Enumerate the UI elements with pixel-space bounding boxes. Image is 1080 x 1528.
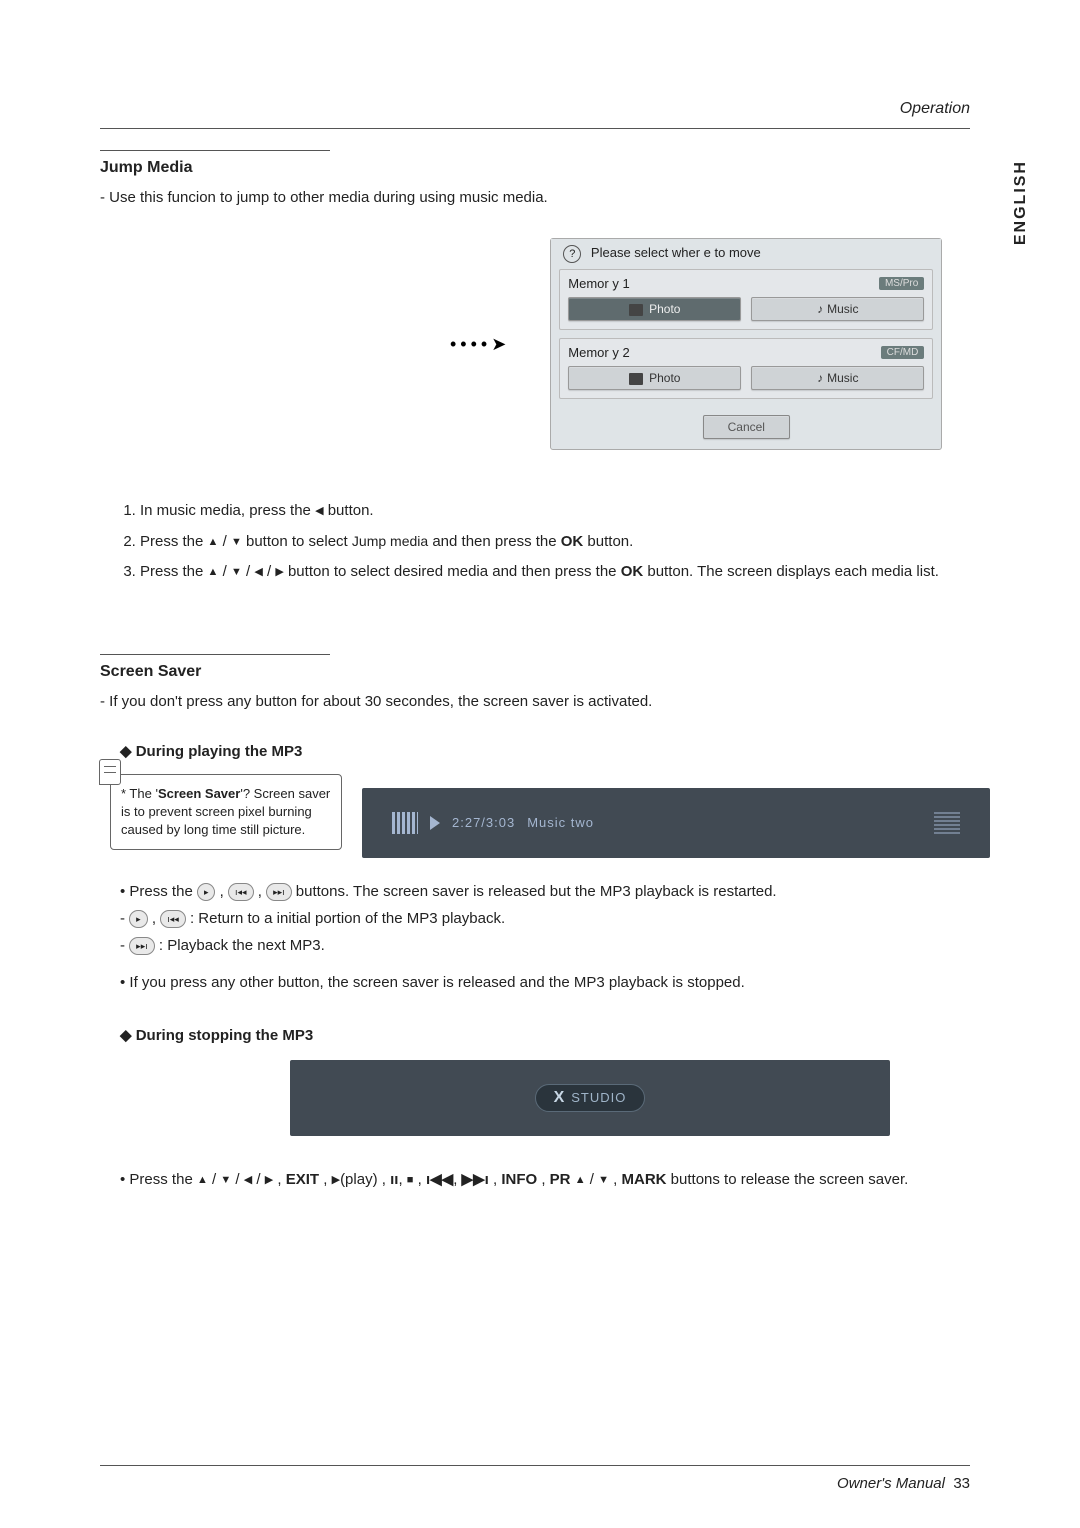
sub-playing: ◆ During playing the MP3 bbox=[120, 742, 990, 760]
play-button-icon: ▸ bbox=[129, 910, 148, 928]
next-button-icon: ▸▸ı bbox=[129, 937, 155, 955]
mp3-playback-bar: 2:27/3:03 Music two bbox=[362, 788, 990, 858]
down-icon: ▼ bbox=[598, 1174, 609, 1186]
bullet-4: • If you press any other button, the scr… bbox=[120, 969, 990, 996]
mem2-photo-button[interactable]: Photo bbox=[568, 366, 741, 390]
dialog-row: ••••➤ ? Please select wher e to move Mem… bbox=[100, 238, 990, 450]
callout-box: * The 'Screen Saver'? Screen saver is to… bbox=[110, 774, 342, 851]
dialog-prompt: Please select wher e to move bbox=[591, 245, 761, 260]
manual-page: Operation ENGLISH Jump Media - Use this … bbox=[0, 0, 1080, 1528]
jump-media-steps: In music media, press the ◀ button. Pres… bbox=[100, 500, 990, 584]
right-icon: ▶ bbox=[265, 1174, 273, 1186]
memory2-tag: CF/MD bbox=[881, 346, 925, 359]
section-header: Operation bbox=[900, 100, 970, 118]
photo-icon bbox=[629, 373, 643, 385]
up-icon: ▲ bbox=[197, 1174, 208, 1186]
left-icon: ◀ bbox=[244, 1174, 252, 1186]
play-icon bbox=[430, 816, 440, 830]
step-1: In music media, press the ◀ button. bbox=[140, 500, 990, 523]
title-rule bbox=[100, 654, 330, 655]
bullet-3: - ▸▸ı : Playback the next MP3. bbox=[120, 932, 990, 959]
memory1-tag: MS/Pro bbox=[879, 277, 924, 290]
cancel-button[interactable]: Cancel bbox=[703, 415, 790, 439]
step-3: Press the ▲ / ▼ / ◀ / ▶ button to select… bbox=[140, 561, 990, 584]
playback-time: 2:27/3:03 bbox=[452, 815, 515, 830]
memory1-label: Memor y 1 bbox=[568, 276, 629, 291]
music-icon: ♪ bbox=[817, 302, 823, 316]
divider-bottom bbox=[100, 1465, 970, 1466]
xstudio-logo: X STUDIO bbox=[535, 1084, 646, 1112]
up-icon: ▲ bbox=[575, 1174, 586, 1186]
bullet-1: • Press the ▸ , ı◂◂ , ▸▸ı buttons. The s… bbox=[120, 878, 990, 905]
track-name: Music two bbox=[527, 815, 594, 830]
mem1-music-button[interactable]: ♪Music bbox=[751, 297, 924, 321]
final-bullet: • Press the ▲ / ▼ / ◀ / ▶ , EXIT , ▶(pla… bbox=[120, 1166, 990, 1193]
screen-saver-title: Screen Saver bbox=[100, 663, 990, 681]
next-button-icon: ▸▸ı bbox=[266, 883, 292, 901]
up-icon: ▲ bbox=[208, 566, 219, 578]
playing-bullets: • Press the ▸ , ı◂◂ , ▸▸ı buttons. The s… bbox=[120, 878, 990, 996]
prev-button-icon: ı◂◂ bbox=[160, 910, 186, 928]
xstudio-bar: X STUDIO bbox=[290, 1060, 890, 1136]
left-icon: ◀ bbox=[254, 566, 262, 578]
photo-icon bbox=[629, 304, 643, 316]
down-icon: ▼ bbox=[220, 1174, 231, 1186]
dialog-header: ? Please select wher e to move bbox=[551, 239, 941, 269]
down-icon: ▼ bbox=[231, 536, 242, 548]
pattern-icon bbox=[934, 812, 960, 834]
jump-media-title: Jump Media bbox=[100, 159, 990, 177]
language-tab: ENGLISH bbox=[1012, 160, 1030, 245]
mem1-photo-button[interactable]: Photo bbox=[568, 297, 741, 321]
music-icon: ♪ bbox=[817, 371, 823, 385]
playing-row: * The 'Screen Saver'? Screen saver is to… bbox=[110, 774, 990, 858]
cancel-row: Cancel bbox=[551, 407, 941, 449]
stopping-bullets: • Press the ▲ / ▼ / ◀ / ▶ , EXIT , ▶(pla… bbox=[120, 1166, 990, 1193]
screen-saver-section: Screen Saver - If you don't press any bu… bbox=[100, 654, 990, 1193]
arrow-icon: ••••➤ bbox=[450, 334, 510, 355]
screen-saver-desc: - If you don't press any button for abou… bbox=[100, 691, 990, 712]
right-icon: ▶ bbox=[275, 566, 283, 578]
logo-x-icon: X bbox=[554, 1089, 566, 1107]
down-icon: ▼ bbox=[231, 566, 242, 578]
play-button-icon: ▸ bbox=[197, 883, 216, 901]
up-icon: ▲ bbox=[208, 536, 219, 548]
memory1-block: Memor y 1 MS/Pro Photo ♪Music bbox=[559, 269, 933, 330]
note-icon bbox=[99, 759, 121, 785]
bullet-2: - ▸ , ı◂◂ : Return to a initial portion … bbox=[120, 905, 990, 932]
title-rule bbox=[100, 150, 330, 151]
left-icon: ◀ bbox=[315, 505, 323, 517]
play-icon: ▶ bbox=[332, 1174, 340, 1186]
prev-button-icon: ı◂◂ bbox=[228, 883, 254, 901]
page-footer: Owner's Manual 33 bbox=[837, 1475, 970, 1492]
divider-top bbox=[100, 128, 970, 129]
help-icon: ? bbox=[563, 245, 581, 263]
mem2-music-button[interactable]: ♪Music bbox=[751, 366, 924, 390]
equalizer-icon bbox=[392, 812, 418, 834]
page-number: 33 bbox=[953, 1475, 970, 1492]
step-2: Press the ▲ / ▼ button to select Jump me… bbox=[140, 531, 990, 554]
jump-media-section: Jump Media - Use this funcion to jump to… bbox=[100, 150, 990, 584]
sub-stopping: ◆ During stopping the MP3 bbox=[120, 1026, 990, 1044]
move-dialog: ? Please select wher e to move Memor y 1… bbox=[550, 238, 942, 450]
memory2-label: Memor y 2 bbox=[568, 345, 629, 360]
memory2-block: Memor y 2 CF/MD Photo ♪Music bbox=[559, 338, 933, 399]
jump-media-desc: - Use this funcion to jump to other medi… bbox=[100, 187, 990, 208]
